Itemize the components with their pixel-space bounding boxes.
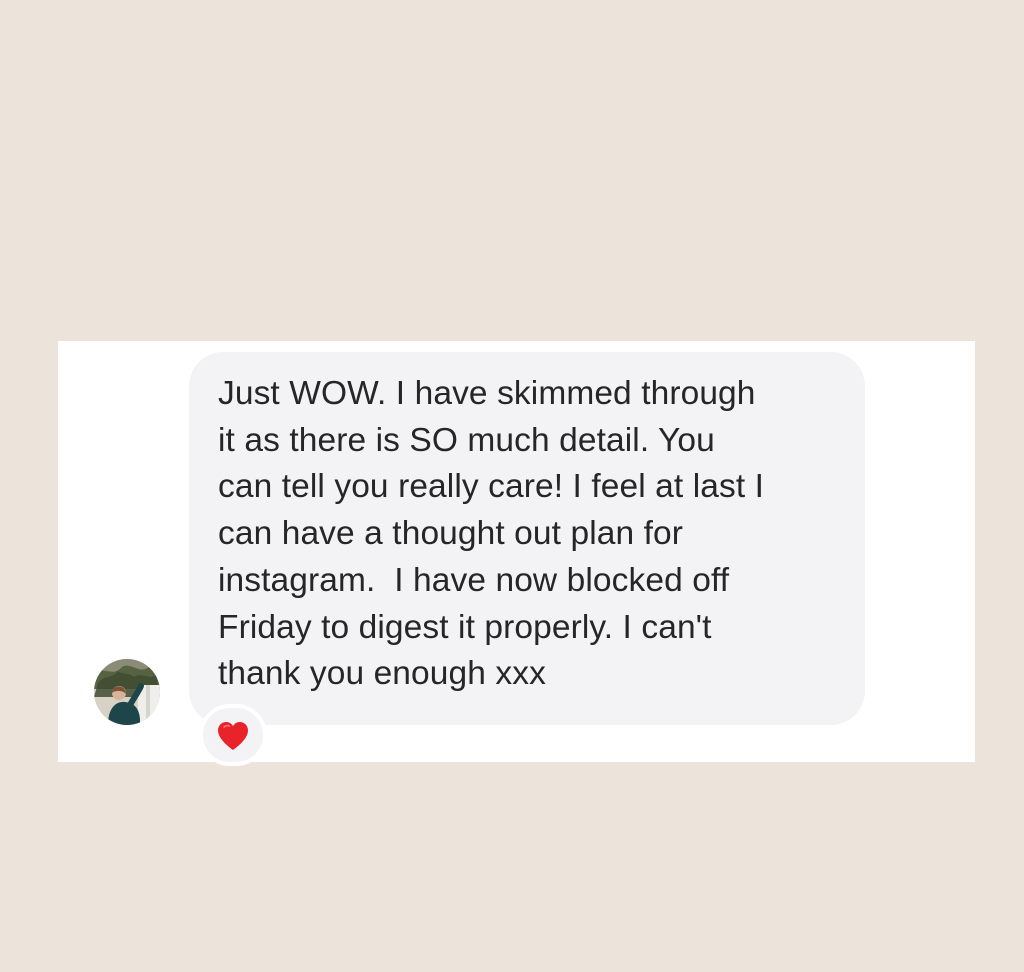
message-line-7: thank you enough xxx <box>218 655 546 693</box>
message-line-1: Just WOW. I have skimmed through <box>218 375 756 412</box>
heart-reaction[interactable] <box>199 704 267 766</box>
message-line-6: Friday to digest it properly. I can't <box>218 608 712 646</box>
message-card: Just WOW. I have skimmed through it as t… <box>58 341 975 766</box>
red-heart-icon <box>218 721 248 750</box>
sender-avatar[interactable] <box>94 659 160 725</box>
message-line-4: can have a thought out plan for <box>218 515 684 553</box>
profile-photo-icon <box>94 659 160 725</box>
message-line-3: can tell you really care! I feel at last… <box>218 468 765 506</box>
message-line-5: instagram. I have now blocked off <box>218 561 730 599</box>
message-line-2: it as there is SO much detail. You <box>218 421 715 459</box>
message-bubble[interactable]: Just WOW. I have skimmed through it as t… <box>189 352 865 725</box>
